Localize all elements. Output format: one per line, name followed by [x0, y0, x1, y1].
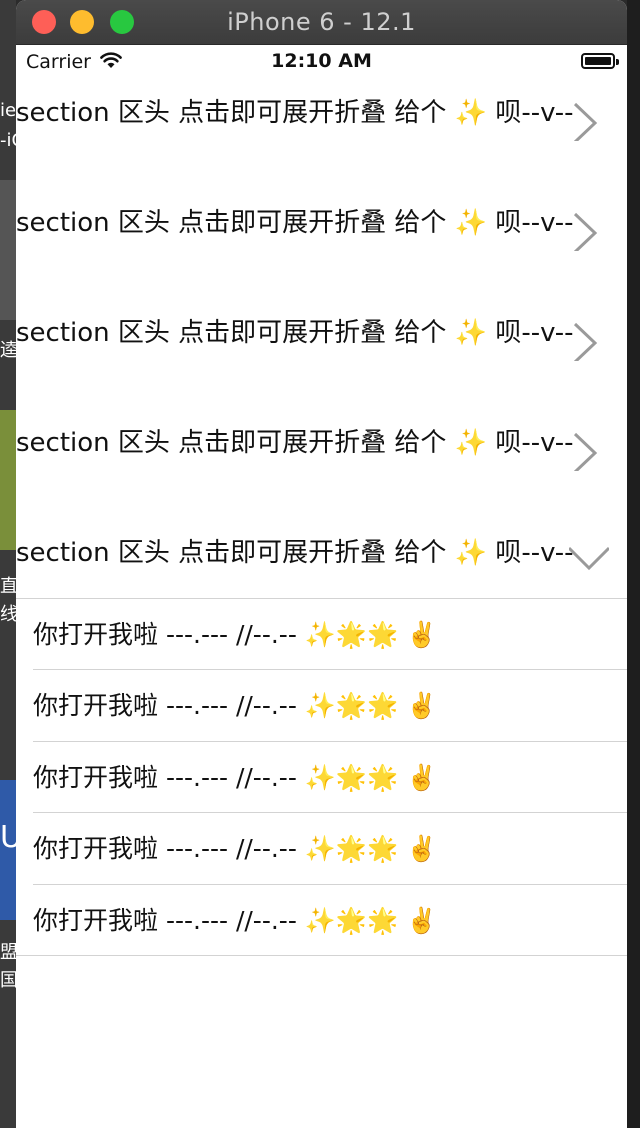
- chevron-down-icon: [569, 546, 609, 571]
- background-block: [0, 410, 16, 550]
- chevron-right-icon: [573, 432, 598, 471]
- section-header-label: section 区头 点击即可展开折叠 给个 ✨ 呗--v--: [16, 98, 574, 128]
- section-header-label: section 区头 点击即可展开折叠 给个 ✨ 呗--v--: [16, 208, 574, 238]
- battery-icon: [581, 53, 619, 69]
- chevron-right-icon: [573, 212, 598, 251]
- row-label: 你打开我啦 ---.--- //--.-- ✨🌟🌟 ✌️: [33, 620, 438, 649]
- simulator-window: iPhone 6 - 12.1 Carrier 12:10 AM section…: [16, 0, 627, 1128]
- background-text: 逵ゞ: [0, 340, 16, 361]
- table-row[interactable]: 你打开我啦 ---.--- //--.-- ✨🌟🌟 ✌️: [16, 813, 627, 885]
- background-block: [0, 180, 16, 320]
- background-text: 直: [0, 576, 16, 597]
- background-text: ie: [0, 100, 16, 121]
- table-row[interactable]: 你打开我啦 ---.--- //--.-- ✨🌟🌟 ✌️: [16, 885, 627, 957]
- separator: [16, 955, 627, 956]
- table-row[interactable]: 你打开我啦 ---.--- //--.-- ✨🌟🌟 ✌️: [16, 599, 627, 671]
- section-header-label: section 区头 点击即可展开折叠 给个 ✨ 呗--v--: [16, 538, 574, 568]
- table-row[interactable]: 你打开我啦 ---.--- //--.-- ✨🌟🌟 ✌️: [16, 670, 627, 742]
- row-label: 你打开我啦 ---.--- //--.-- ✨🌟🌟 ✌️: [33, 834, 438, 863]
- section-header[interactable]: section 区头 点击即可展开折叠 给个 ✨ 呗--v--: [16, 78, 627, 188]
- background-text: -iC: [0, 130, 16, 151]
- row-label: 你打开我啦 ---.--- //--.-- ✨🌟🌟 ✌️: [33, 906, 438, 935]
- chevron-right-icon: [573, 102, 598, 141]
- row-label: 你打开我啦 ---.--- //--.-- ✨🌟🌟 ✌️: [33, 691, 438, 720]
- chevron-right-icon: [573, 322, 598, 361]
- row-label: 你打开我啦 ---.--- //--.-- ✨🌟🌟 ✌️: [33, 763, 438, 792]
- status-bar: Carrier 12:10 AM: [16, 44, 627, 78]
- section-header-label: section 区头 点击即可展开折叠 给个 ✨ 呗--v--: [16, 428, 574, 458]
- section-header[interactable]: section 区头 点击即可展开折叠 给个 ✨ 呗--v--: [16, 188, 627, 298]
- window-titlebar[interactable]: iPhone 6 - 12.1: [16, 0, 627, 45]
- section-header[interactable]: section 区头 点击即可展开折叠 给个 ✨ 呗--v--: [16, 408, 627, 518]
- clock: 12:10 AM: [271, 50, 372, 72]
- window-title: iPhone 6 - 12.1: [227, 8, 416, 36]
- background-window-edge: [627, 0, 640, 1128]
- background-text: 国: [0, 970, 16, 991]
- background-text: 盟: [0, 942, 16, 963]
- section-header[interactable]: section 区头 点击即可展开折叠 给个 ✨ 呗--v--: [16, 298, 627, 408]
- background-text: 线: [0, 604, 16, 625]
- table-view[interactable]: section 区头 点击即可展开折叠 给个 ✨ 呗--v-- section …: [16, 78, 627, 1128]
- background-window-strip: ie -iC 逵ゞ 直 线 U 盟 国: [0, 0, 16, 1128]
- table-row[interactable]: 你打开我啦 ---.--- //--.-- ✨🌟🌟 ✌️: [16, 742, 627, 814]
- section-header-label: section 区头 点击即可展开折叠 给个 ✨ 呗--v--: [16, 318, 574, 348]
- background-text: U: [0, 820, 16, 855]
